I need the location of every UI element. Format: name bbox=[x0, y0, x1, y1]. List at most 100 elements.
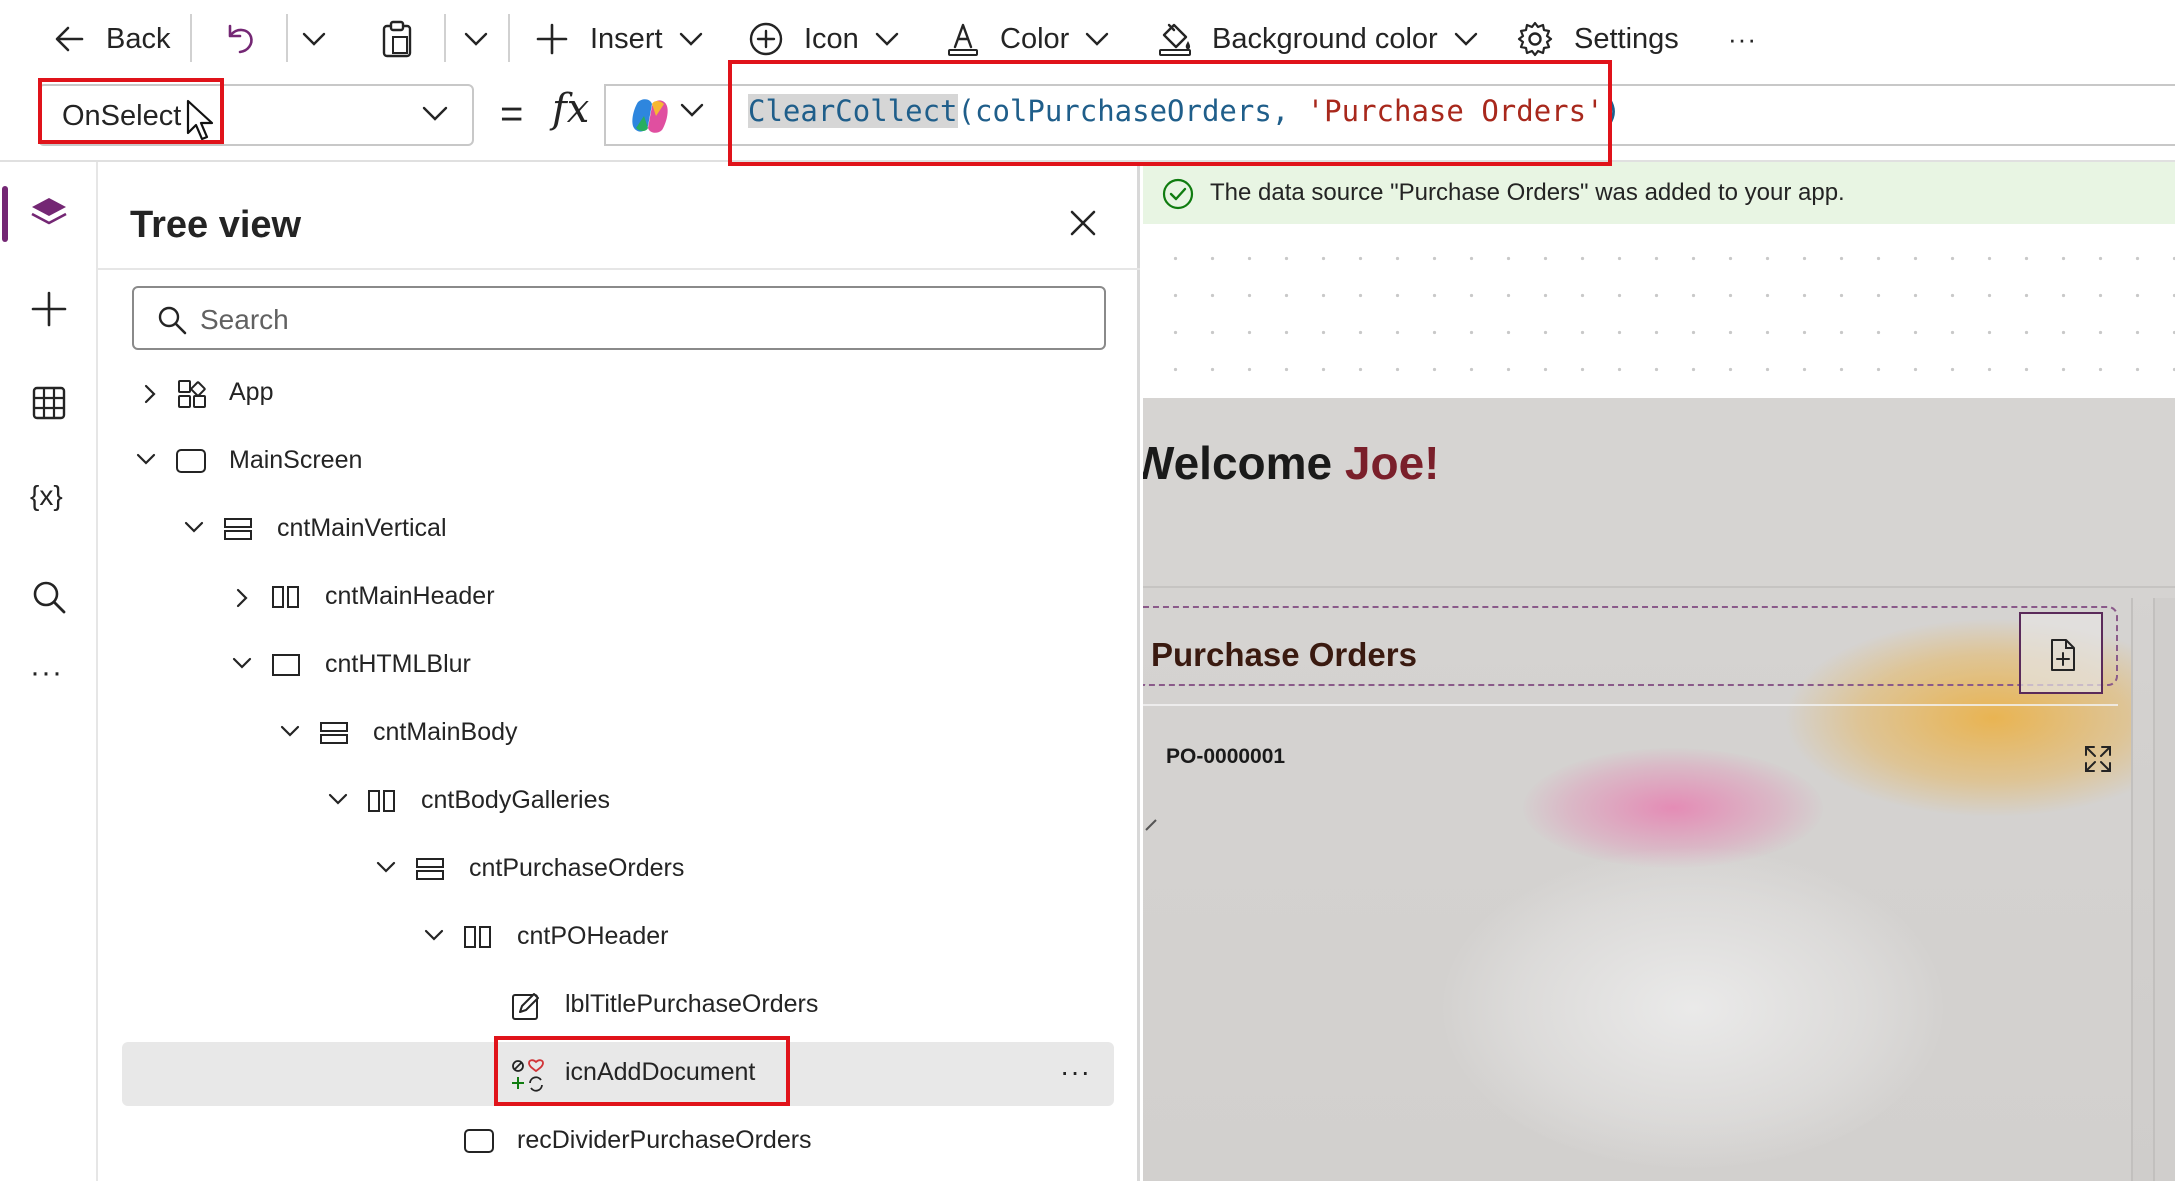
clipboard-icon bbox=[382, 20, 412, 58]
active-indicator bbox=[2, 186, 8, 242]
chevron-down-icon bbox=[679, 32, 702, 46]
equals-sign: = bbox=[500, 92, 524, 136]
tree-node-cntmainbody[interactable]: cntMainBody bbox=[98, 702, 1140, 766]
label-edit-icon bbox=[512, 993, 539, 1020]
chevron-down-icon bbox=[464, 32, 488, 46]
rectangle-icon bbox=[464, 1129, 494, 1153]
chevron-down-icon bbox=[1454, 32, 1477, 46]
undo-dropdown[interactable] bbox=[300, 0, 328, 78]
tree-node-app[interactable]: App bbox=[98, 362, 1140, 426]
chevron-down-icon bbox=[302, 32, 326, 46]
tree-divider bbox=[98, 268, 1140, 270]
copilot-icon[interactable] bbox=[628, 96, 672, 136]
chevron-down-icon[interactable] bbox=[326, 790, 350, 810]
chevron-down-icon bbox=[422, 106, 448, 121]
add-document-button[interactable] bbox=[2019, 612, 2103, 694]
chevron-down-icon[interactable] bbox=[374, 858, 398, 878]
container-icon bbox=[272, 654, 300, 676]
chevron-down-icon[interactable] bbox=[422, 926, 446, 946]
app-preview: Welcome Joe! Purchase Orders PO-0000001 bbox=[1143, 398, 2175, 1181]
undo-button[interactable] bbox=[222, 0, 258, 78]
tree-node-cntpurchaseorders[interactable]: cntPurchaseOrders bbox=[98, 838, 1140, 902]
tree-node-label: cntPOHeader bbox=[517, 922, 669, 950]
tree-node-cnthtmlblur[interactable]: cntHTMLBlur bbox=[98, 634, 1140, 698]
tree-node-label: MainScreen bbox=[229, 446, 363, 474]
chevron-down-icon bbox=[1086, 32, 1109, 46]
po-number-label[interactable]: PO-0000001 bbox=[1166, 745, 1285, 769]
tree-view-layers-icon[interactable] bbox=[28, 194, 70, 234]
purchase-orders-panel[interactable]: Purchase Orders PO-0000001 bbox=[1143, 598, 2133, 1181]
tree-node-cntbodygalleries[interactable]: cntBodyGalleries bbox=[98, 770, 1140, 834]
chevron-down-icon[interactable] bbox=[230, 654, 254, 674]
gear-icon bbox=[1517, 21, 1553, 57]
chevron-right-icon[interactable] bbox=[232, 586, 252, 610]
toolbar-divider bbox=[286, 14, 288, 62]
tree-node-label: cntHTMLBlur bbox=[325, 650, 471, 678]
highlight-tree-node bbox=[494, 1036, 790, 1106]
tree-view-pane: Tree view Search App MainScreen cntMainV… bbox=[98, 162, 1140, 1181]
back-button[interactable]: Back bbox=[50, 0, 170, 78]
chevron-down-icon[interactable] bbox=[678, 100, 706, 120]
tree-node-label: cntMainBody bbox=[373, 718, 518, 746]
welcome-label[interactable]: Welcome Joe! bbox=[1143, 436, 1440, 490]
tree-node-cntmainheader[interactable]: cntMainHeader bbox=[98, 566, 1140, 630]
po-header-container[interactable]: Purchase Orders bbox=[1143, 606, 2118, 694]
node-more-options-button[interactable]: ··· bbox=[1060, 1056, 1091, 1088]
tree-node-mainscreen[interactable]: MainScreen bbox=[98, 430, 1140, 494]
back-arrow-icon bbox=[55, 26, 84, 52]
add-document-icon bbox=[2051, 639, 2075, 671]
left-rail: {x} ··· bbox=[0, 162, 98, 1181]
welcome-prefix: Welcome bbox=[1143, 437, 1345, 489]
tree-node-cntpoheader[interactable]: cntPOHeader bbox=[98, 906, 1140, 970]
tree-node-cntmainvertical[interactable]: cntMainVertical bbox=[98, 498, 1140, 562]
paste-dropdown[interactable] bbox=[462, 0, 490, 78]
tree-node-recdividerpurchaseorders[interactable]: recDividerPurchaseOrders bbox=[98, 1110, 1140, 1174]
chevron-right-icon[interactable] bbox=[140, 382, 160, 406]
app-header: Welcome Joe! bbox=[1143, 398, 2175, 588]
insert-plus-icon[interactable] bbox=[28, 288, 70, 330]
more-commands-button[interactable]: ··· bbox=[1728, 0, 1757, 78]
welcome-name: Joe! bbox=[1344, 437, 1440, 489]
tree-search-input[interactable]: Search bbox=[132, 286, 1106, 350]
more-icon[interactable]: ··· bbox=[30, 656, 63, 690]
screen-icon bbox=[176, 449, 206, 473]
search-placeholder: Search bbox=[200, 304, 289, 335]
horizontal-container-icon bbox=[272, 586, 299, 608]
toolbar-divider bbox=[444, 14, 446, 62]
tree-view-title: Tree view bbox=[130, 204, 302, 246]
icon-label: Icon bbox=[804, 22, 859, 55]
close-icon[interactable] bbox=[1068, 208, 1098, 238]
text-color-icon bbox=[948, 23, 978, 56]
chevron-down-icon bbox=[875, 32, 899, 46]
horizontal-container-icon bbox=[368, 790, 395, 812]
data-table-icon[interactable] bbox=[28, 382, 70, 424]
purchase-orders-title[interactable]: Purchase Orders bbox=[1151, 636, 1417, 674]
paste-button[interactable] bbox=[380, 0, 414, 78]
highlight-formula bbox=[728, 60, 1612, 166]
chevron-down-icon[interactable] bbox=[278, 722, 302, 742]
search-icon bbox=[158, 306, 187, 335]
divider-line bbox=[1143, 704, 2118, 706]
tree-node-label: lblTitlePurchaseOrders bbox=[565, 990, 819, 1018]
search-icon[interactable] bbox=[28, 576, 70, 618]
add-circle-icon bbox=[749, 22, 783, 56]
tree-node-label: cntMainVertical bbox=[277, 514, 447, 542]
tree-node-label: cntMainHeader bbox=[325, 582, 495, 610]
design-canvas[interactable]: The data source "Purchase Orders" was ad… bbox=[1143, 162, 2175, 1181]
tree-node-label: recDividerPurchaseOrders bbox=[517, 1126, 812, 1154]
settings-label: Settings bbox=[1574, 22, 1679, 55]
paint-bucket-icon bbox=[1159, 23, 1191, 56]
highlight-property-dropdown bbox=[38, 78, 224, 144]
tree-node-lbltitlepurchaseorders[interactable]: lblTitlePurchaseOrders bbox=[98, 974, 1140, 1038]
insert-button[interactable]: Insert bbox=[534, 0, 705, 78]
plus-icon bbox=[536, 23, 568, 55]
toolbar-divider bbox=[190, 14, 192, 62]
expand-icon[interactable] bbox=[2083, 744, 2113, 774]
back-label: Back bbox=[106, 22, 171, 55]
chevron-down-icon[interactable] bbox=[182, 518, 206, 538]
notification-text: The data source "Purchase Orders" was ad… bbox=[1210, 179, 1845, 206]
variables-icon[interactable]: {x} bbox=[30, 480, 63, 512]
success-check-icon bbox=[1162, 178, 1194, 210]
chevron-down-icon[interactable] bbox=[134, 450, 158, 470]
edit-mark-icon bbox=[1145, 819, 1157, 831]
